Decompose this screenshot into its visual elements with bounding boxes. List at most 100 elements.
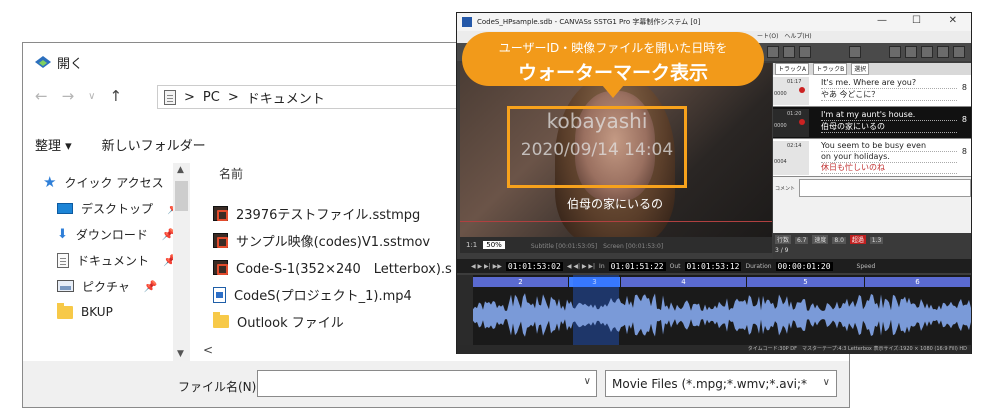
page-indicator: 3 / 9 — [775, 247, 789, 254]
breadcrumb-sep: > — [184, 89, 195, 105]
timeline[interactable]: 2 3 4 5 6 — [473, 275, 971, 345]
sidebar-item-label: BKUP — [81, 305, 113, 319]
cue-row[interactable]: 02:14 0004 You seem to be busy even on y… — [773, 139, 971, 177]
back-icon[interactable]: ← — [35, 87, 48, 105]
toolbar-button-icon[interactable] — [953, 46, 965, 58]
cue-list-pane: トラックA トラックB 選択 01:17 0000 It's me. Where… — [773, 63, 971, 233]
editor-statusbar: タイムコード:30P DF マスターテープ:4:3 Letterbox 表示サイ… — [457, 345, 971, 354]
sidebar-item-label: ピクチャ — [82, 279, 130, 294]
track-tabs: トラックA トラックB 選択 — [773, 63, 971, 75]
mp4-icon — [213, 286, 226, 303]
select-checkbox[interactable]: 選択 — [851, 63, 870, 75]
toolbar-button-icon[interactable] — [905, 46, 917, 58]
breadcrumb-documents[interactable]: ドキュメント — [247, 88, 325, 107]
timeline-segment[interactable]: 2 — [473, 277, 569, 287]
file-name: 23976テストファイル.sstmpg — [236, 208, 421, 223]
editor-titlebar: CodeS_HPsample.sdb - CANVASs SSTG1 Pro 字… — [457, 13, 971, 31]
sidebar-item-label: デスクトップ — [81, 201, 154, 216]
maximize-icon[interactable]: ☐ — [912, 15, 921, 26]
address-bar[interactable]: > PC > ドキュメント — [157, 85, 477, 109]
cue-char-count: 8 — [961, 115, 967, 124]
minimize-icon[interactable]: — — [877, 15, 887, 26]
cue-marker-icon — [799, 87, 805, 93]
comment-input[interactable] — [799, 179, 971, 197]
app-logo-icon — [462, 17, 472, 27]
callout-line1: ユーザーID・映像ファイルを開いた日時を — [498, 41, 728, 55]
star-icon: ★ — [43, 172, 57, 191]
timeline-sidebar — [457, 275, 473, 345]
sidebar-item-label: クイック アクセス — [64, 175, 164, 190]
tab-track-b[interactable]: トラックB — [813, 63, 848, 75]
transport-icon[interactable]: ◀ ▶ ▶| ▶▶ — [471, 263, 502, 270]
nav-buttons: ← → ∨ ↑ — [35, 87, 122, 105]
watermark-user-id: kobayashi — [546, 109, 648, 133]
documents-icon — [57, 252, 69, 268]
dialog-toolbar: 整理 ▾ 新しいフォルダー — [35, 135, 206, 154]
documents-icon — [164, 89, 176, 105]
pin-icon[interactable]: 📌 — [144, 280, 158, 293]
cue-text: It's me. Where are you? やあ 今どこに？ — [821, 77, 957, 101]
new-folder-button[interactable]: 新しいフォルダー — [102, 135, 206, 154]
timecode-bar: ◀ ▶ ▶| ▶▶ 01:01:53:02 ◀ ◀| ▶ ▶| In 01:01… — [457, 259, 971, 273]
breadcrumb-pc[interactable]: PC — [203, 90, 220, 105]
timeline-segment[interactable]: 5 — [747, 277, 865, 287]
file-type-filter[interactable]: Movie Files (*.mpg;*.wmv;*.avi;* ∨ — [605, 370, 837, 397]
recent-dropdown-icon[interactable]: ∨ — [88, 91, 95, 102]
scroll-down-icon[interactable]: ▼ — [177, 349, 184, 359]
callout-line2: ウォーターマーク表示 — [517, 62, 708, 84]
file-list-hscroll[interactable]: < — [199, 343, 479, 359]
cue-char-count: 8 — [961, 83, 967, 92]
forward-icon[interactable]: → — [62, 87, 75, 105]
current-timecode: 01:01:53:02 — [505, 261, 563, 271]
timeline-segment[interactable]: 4 — [621, 277, 747, 287]
scrollbar-thumb[interactable] — [175, 181, 188, 211]
sstmpg-icon — [213, 260, 228, 275]
dialog-title-text: 開く — [57, 57, 84, 72]
feature-callout: ユーザーID・映像ファイルを開いた日時を ウォーターマーク表示 — [462, 32, 764, 98]
stat-chip-over: 超過 — [849, 235, 866, 244]
toolbar-button-icon[interactable] — [783, 46, 795, 58]
zoom-level[interactable]: 1:1 — [466, 241, 477, 249]
tab-track-a[interactable]: トラックA — [775, 63, 810, 75]
stat-chip: 6.7 — [794, 237, 809, 244]
toolbar-button-icon[interactable] — [767, 46, 779, 58]
out-timecode[interactable]: 01:01:53:12 — [684, 261, 742, 271]
nav-pane-scrollbar[interactable]: ▲ ▼ — [173, 163, 190, 361]
speed-label[interactable]: Speed — [857, 263, 876, 270]
toolbar-button-icon[interactable] — [799, 46, 811, 58]
toolbar-button-icon[interactable] — [937, 46, 949, 58]
safe-area-line — [460, 221, 772, 222]
in-timecode[interactable]: 01:01:51:22 — [608, 261, 666, 271]
chevron-down-icon: ∨ — [822, 377, 830, 388]
timeline-segment[interactable]: 6 — [865, 277, 971, 287]
editor-title: CodeS_HPsample.sdb - CANVASs SSTG1 Pro 字… — [477, 18, 701, 26]
toolbar-button-icon[interactable] — [921, 46, 933, 58]
cue-row[interactable]: 01:17 0000 It's me. Where are you? やあ 今ど… — [773, 75, 971, 107]
cue-char-count: 8 — [961, 147, 967, 156]
scroll-up-icon[interactable]: ▲ — [177, 165, 184, 175]
close-icon[interactable]: ✕ — [949, 15, 957, 26]
up-icon[interactable]: ↑ — [109, 87, 122, 105]
stat-chip: 速度 — [812, 235, 829, 244]
organize-button[interactable]: 整理 ▾ — [35, 135, 72, 154]
out-label: Out — [669, 262, 681, 270]
filename-dropdown-icon[interactable]: ∨ — [577, 370, 597, 397]
cue-row-selected[interactable]: 01:20 0000 I'm at my aunt's house. 伯母の家に… — [773, 107, 971, 139]
subtitle-info: Subtitle [00:01:53:05] Screen [00:01:53:… — [530, 242, 664, 250]
filename-input[interactable] — [257, 370, 597, 397]
sstmpg-icon — [213, 233, 228, 248]
sidebar-item-label: ドキュメント — [77, 253, 150, 268]
cue-text: You seem to be busy even on your holiday… — [821, 141, 957, 174]
duration-timecode[interactable]: 00:00:01:20 — [775, 261, 833, 271]
scroll-left-icon[interactable]: < — [203, 343, 213, 357]
audio-waveform — [473, 293, 971, 337]
comment-row: コメント — [773, 177, 971, 199]
filter-text: Movie Files (*.mpg;*.wmv;*.avi;* — [612, 376, 808, 391]
cue-text: I'm at my aunt's house. 伯母の家にいるの — [821, 109, 957, 133]
stat-chip: 8.0 — [832, 237, 846, 244]
video-subtitle-text: 伯母の家にいるの — [566, 197, 663, 211]
toolbar-button-icon[interactable] — [889, 46, 901, 58]
transport-icon[interactable]: ◀ ◀| ▶ ▶| — [567, 263, 595, 270]
toolbar-button-icon[interactable] — [849, 46, 861, 58]
zoom-percent[interactable]: 50% — [483, 241, 505, 249]
